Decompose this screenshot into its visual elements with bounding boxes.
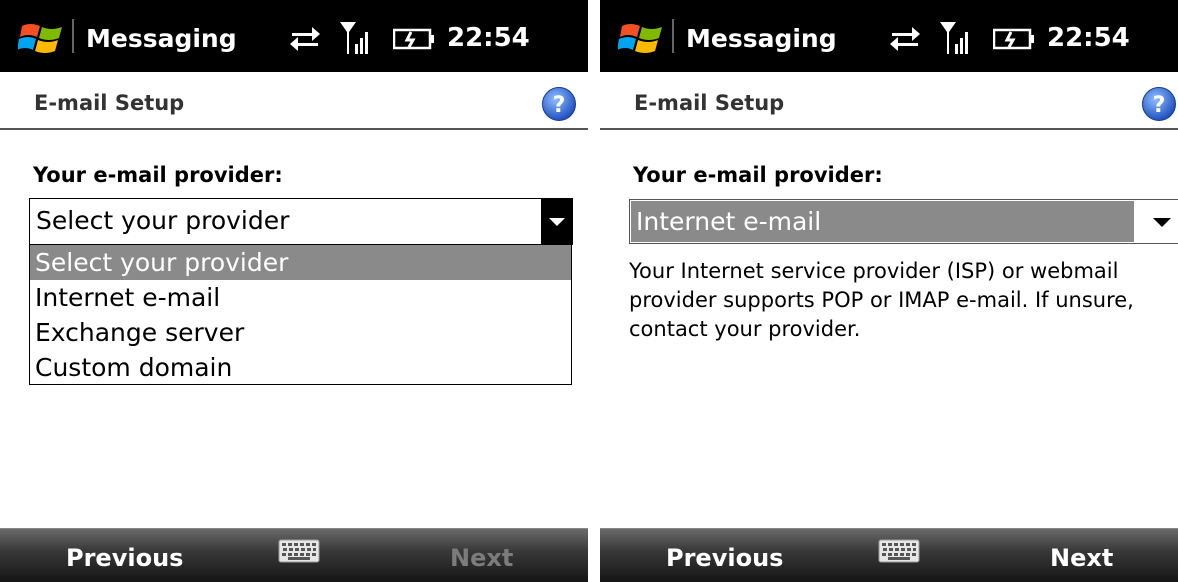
status-bar: Messaging 22:54 — [0, 0, 588, 72]
signal-icon — [940, 22, 968, 54]
page-title: E-mail Setup — [634, 91, 785, 115]
screen-internet-email-selected: Messaging 22:54 E-mail Setup ? Your e-ma… — [600, 0, 1178, 582]
dropdown-toggle[interactable] — [541, 199, 572, 244]
battery-icon — [993, 28, 1034, 50]
provider-dropdown[interactable]: Select your provider — [29, 198, 573, 245]
option-exchange-server[interactable]: Exchange server — [30, 315, 571, 350]
app-title: Messaging — [86, 24, 237, 53]
option-custom-domain[interactable]: Custom domain — [30, 350, 571, 385]
provider-dropdown[interactable]: Internet e-mail — [629, 199, 1178, 244]
status-bar: Messaging 22:54 — [600, 0, 1178, 72]
svg-text:?: ? — [553, 93, 566, 118]
help-icon[interactable]: ? — [541, 86, 577, 122]
windows-logo-icon[interactable] — [18, 18, 66, 58]
clock: 22:54 — [1047, 23, 1130, 53]
status-divider — [72, 19, 74, 53]
provider-options-list: Select your provider Internet e-mail Exc… — [29, 244, 572, 385]
app-title: Messaging — [686, 24, 837, 53]
provider-dropdown-value: Internet e-mail — [631, 201, 1134, 242]
battery-icon — [393, 28, 434, 50]
provider-label: Your e-mail provider: — [633, 163, 883, 187]
windows-logo-icon[interactable] — [618, 18, 666, 58]
keyboard-icon[interactable] — [278, 539, 320, 563]
page-header: E-mail Setup ? — [600, 72, 1178, 130]
option-internet-email[interactable]: Internet e-mail — [30, 280, 571, 315]
next-button: Next — [450, 544, 514, 572]
page-header: E-mail Setup ? — [0, 72, 588, 130]
softkey-bar: Previous Next — [0, 528, 588, 582]
previous-button[interactable]: Previous — [66, 544, 183, 572]
keyboard-icon[interactable] — [878, 539, 920, 563]
provider-description: Your Internet service provider (ISP) or … — [629, 259, 1134, 341]
sync-arrows-icon — [890, 27, 920, 51]
help-icon[interactable]: ? — [1141, 86, 1177, 122]
option-select-your-provider[interactable]: Select your provider — [30, 245, 571, 280]
signal-icon — [340, 22, 368, 54]
screen-provider-dropdown-open: Messaging 22:54 E-mail Setup ? Your e-ma… — [0, 0, 588, 582]
clock: 22:54 — [447, 23, 530, 53]
previous-button[interactable]: Previous — [666, 544, 783, 572]
status-divider — [672, 19, 674, 53]
page-title: E-mail Setup — [34, 91, 185, 115]
sync-arrows-icon — [290, 27, 320, 51]
provider-dropdown-value: Select your provider — [36, 206, 290, 235]
chevron-down-icon[interactable] — [1153, 218, 1171, 227]
svg-text:?: ? — [1153, 93, 1166, 118]
next-button[interactable]: Next — [1050, 544, 1113, 572]
softkey-bar: Previous Next — [600, 528, 1178, 582]
chevron-down-icon — [549, 218, 565, 226]
provider-label: Your e-mail provider: — [33, 163, 283, 187]
